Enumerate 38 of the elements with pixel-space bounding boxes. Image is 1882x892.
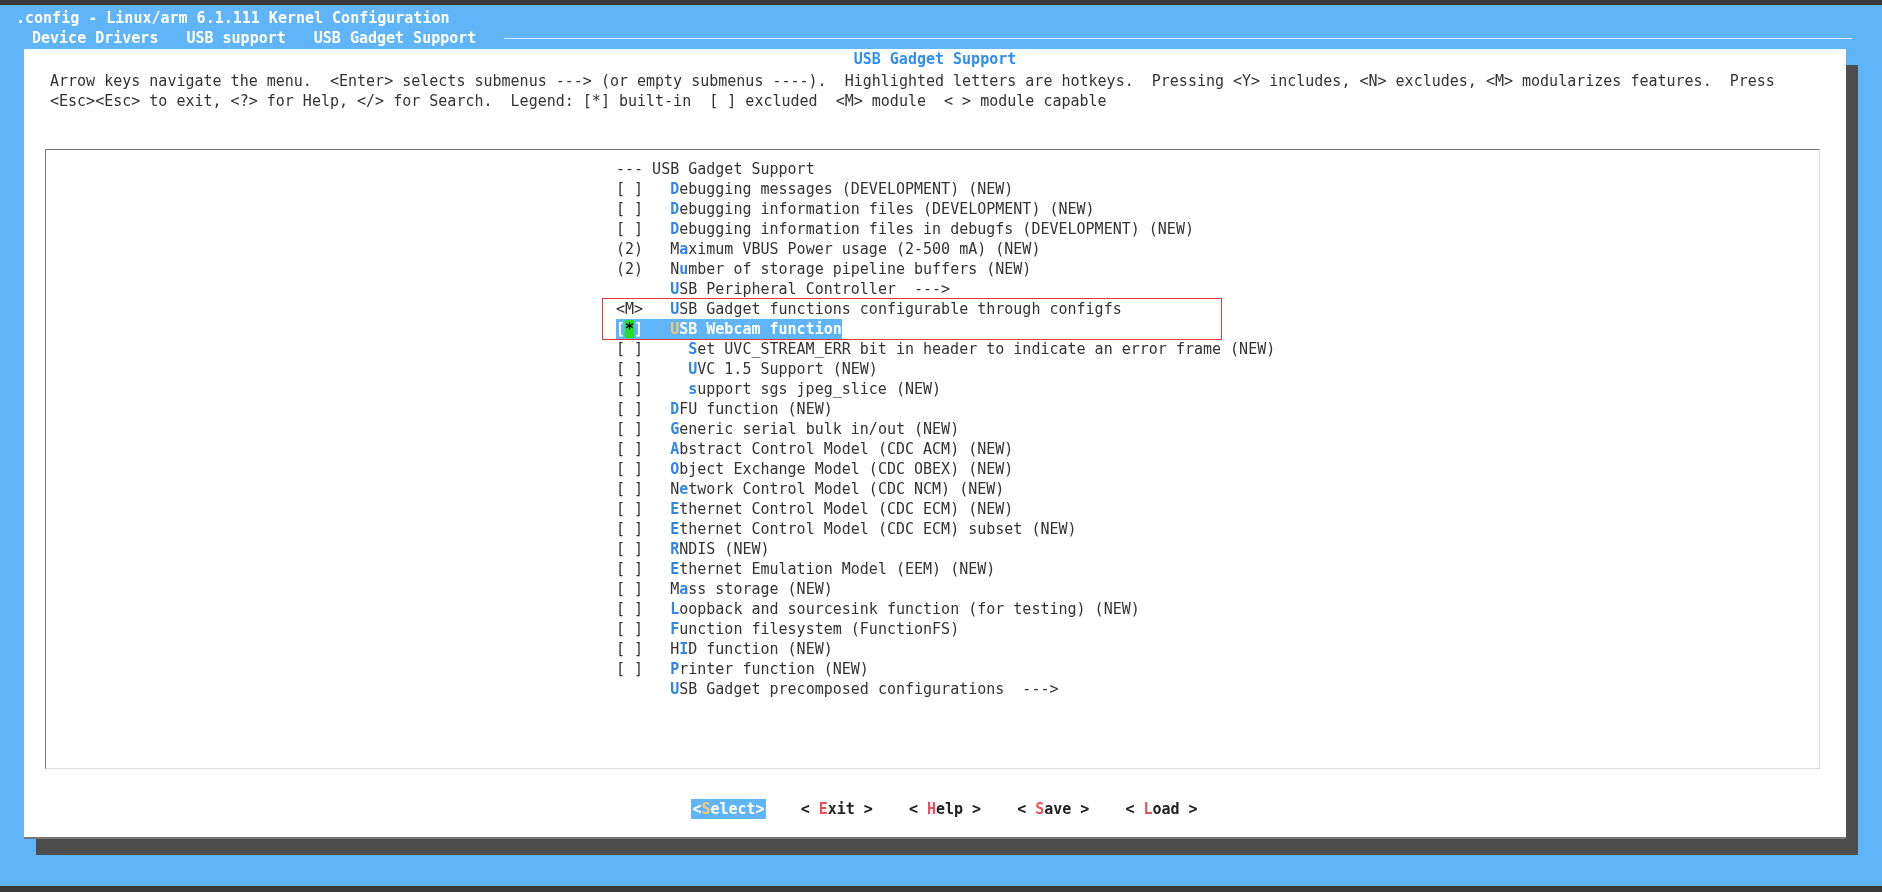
menu-entry[interactable]: [ ] Ethernet Control Model (CDC ECM) (NEW) xyxy=(616,499,1014,519)
help-text: <Esc><Esc> to exit, <?> for Help, </> for Search. Legend: [*] built-in [ ] excluded <M> module < > module capable xyxy=(49,91,1108,111)
menu-entry[interactable]: [ ] Debugging information files (DEVELOPMENT) (NEW) xyxy=(616,199,1095,219)
menu-entry[interactable]: [ ] Ethernet Control Model (CDC ECM) subset (NEW) xyxy=(616,519,1077,539)
breadcrumb-item: Device Drivers xyxy=(32,28,159,48)
menu-entry[interactable]: [ ] DFU function (NEW) xyxy=(616,399,833,419)
dialog-button[interactable]: < Help > xyxy=(907,799,983,819)
menu-entry[interactable]: (2) Number of storage pipeline buffers (NEW) xyxy=(616,259,1032,279)
menu-entry[interactable]: (2) Maximum VBUS Power usage (2-500 mA) (NEW) xyxy=(616,239,1041,259)
breadcrumb-item: USB support xyxy=(186,28,286,48)
dialog-title: USB Gadget Support xyxy=(853,49,1017,69)
menu-entry[interactable]: USB Gadget precomposed configurations ---> xyxy=(616,679,1059,699)
menu-entry[interactable]: [ ] Debugging information files in debugfs (DEVELOPMENT) (NEW) xyxy=(616,219,1194,239)
menu-entry[interactable]: [ ] Loopback and sourcesink function (for testing) (NEW) xyxy=(616,599,1140,619)
menu-entry[interactable]: [ ] support sgs jpeg_slice (NEW) xyxy=(616,379,942,399)
menu-entry[interactable]: [ ] Function filesystem (FunctionFS) xyxy=(616,619,960,639)
menu-entry[interactable]: <M> USB Gadget functions configurable through configfs xyxy=(616,299,1122,319)
menu-entry[interactable]: [ ] HID function (NEW) xyxy=(616,639,833,659)
menu-entry[interactable]: USB Peripheral Controller ---> xyxy=(616,279,951,299)
menu-entry[interactable]: [ ] Debugging messages (DEVELOPMENT) (NEW) xyxy=(616,179,1014,199)
breadcrumb-item: USB Gadget Support xyxy=(313,28,477,48)
help-text: Arrow keys navigate the menu. <Enter> selects submenus ---> (or empty submenus ----). Highlighted letters are hotkeys. Pressing <Y> includes, <N> excludes, <M> modularizes features. Press xyxy=(49,71,1776,91)
menu-entry[interactable]: [ ] RNDIS (NEW) xyxy=(616,539,770,559)
menu-entry[interactable]: [ ] Ethernet Emulation Model (EEM) (NEW) xyxy=(616,559,996,579)
menu-entry[interactable]: [ ] Abstract Control Model (CDC ACM) (NEW) xyxy=(616,439,1014,459)
menu-header: --- USB Gadget Support xyxy=(616,159,815,179)
dialog-button[interactable]: < Load > xyxy=(1124,799,1199,819)
menu-entry[interactable]: [*] USB Webcam function xyxy=(616,319,842,339)
menu-entry[interactable]: [ ] Network Control Model (CDC NCM) (NEW) xyxy=(616,479,1005,499)
menu-entry[interactable]: [ ] UVC 1.5 Support (NEW) xyxy=(616,359,878,379)
menu-entry[interactable]: [ ] Printer function (NEW) xyxy=(616,659,869,679)
dialog-button[interactable]: < Save > xyxy=(1016,799,1091,819)
menu-entry[interactable]: [ ] Object Exchange Model (CDC OBEX) (NEW) xyxy=(616,459,1014,479)
menu-entry[interactable]: [ ] Set UVC_STREAM_ERR bit in header to indicate an error frame (NEW) xyxy=(616,339,1276,359)
menu-entry[interactable]: [ ] Mass storage (NEW) xyxy=(616,579,833,599)
window-title: .config - Linux/arm 6.1.111 Kernel Configuration xyxy=(15,8,451,28)
menu-entry[interactable]: [ ] Generic serial bulk in/out (NEW) xyxy=(616,419,960,439)
dialog-button[interactable]: < Exit > xyxy=(799,799,874,819)
